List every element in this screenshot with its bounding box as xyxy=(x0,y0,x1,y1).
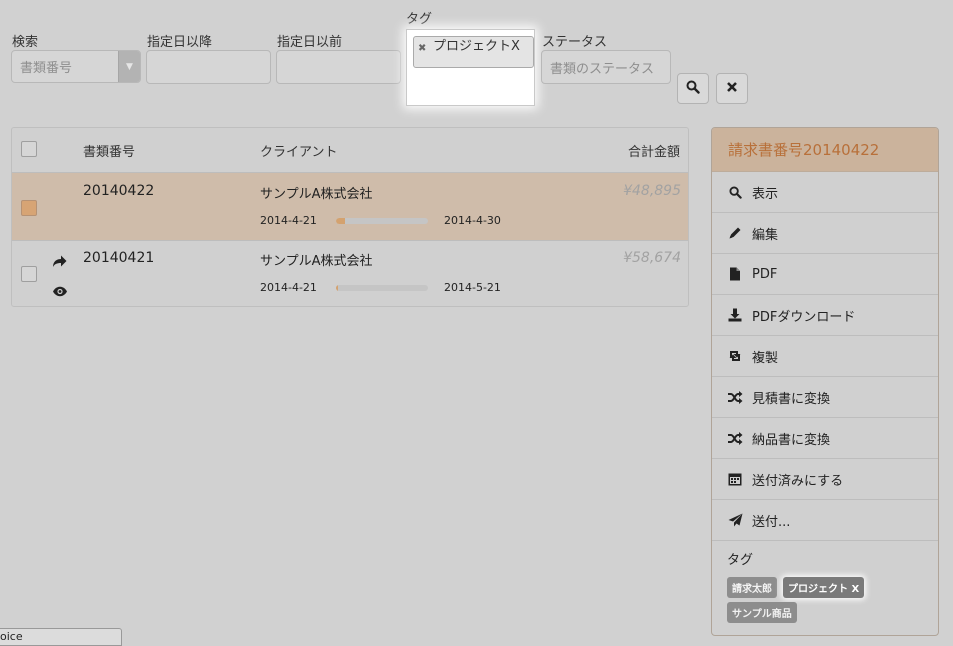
search-icon xyxy=(727,185,743,199)
download-icon xyxy=(727,308,743,322)
action-label: 編集 xyxy=(752,227,779,243)
status-placeholder: 書類のステータス xyxy=(550,61,655,77)
calendar-icon xyxy=(727,472,743,486)
table-row[interactable]: 20140421 サンプルA株式会社 2014-4-21 2014-5-21 ¥… xyxy=(12,240,688,306)
row-amount: ¥58,674 xyxy=(623,250,681,266)
shuffle-icon xyxy=(727,431,743,445)
action-mark-sent[interactable]: 送付済みにする xyxy=(712,459,938,500)
status-input[interactable]: 書類のステータス xyxy=(541,50,671,84)
action-view[interactable]: 表示 xyxy=(712,172,938,213)
panel-tags: タグ 請求太郎 プロジェクト X サンプル商品 xyxy=(712,541,938,627)
action-send[interactable]: 送付... xyxy=(712,500,938,541)
chevron-down-icon[interactable]: ▼ xyxy=(118,51,140,82)
action-duplicate[interactable]: 複製 xyxy=(712,336,938,377)
date-after-input[interactable] xyxy=(146,50,271,84)
status-label: ステータス xyxy=(542,35,608,50)
row-number[interactable]: 20140422 xyxy=(83,183,154,199)
action-convert-delivery[interactable]: 納品書に変換 xyxy=(712,418,938,459)
tag-badge[interactable]: サンプル商品 xyxy=(727,602,797,623)
retweet-icon xyxy=(727,349,743,363)
send-icon xyxy=(727,513,743,527)
search-label: 検索 xyxy=(12,35,39,50)
row-checkbox[interactable] xyxy=(21,200,37,216)
action-label: 表示 xyxy=(752,186,779,202)
tag-chip-label: プロジェクトX xyxy=(433,39,520,54)
action-label: PDFダウンロード xyxy=(752,309,856,325)
action-edit[interactable]: 編集 xyxy=(712,213,938,254)
tags-label: タグ xyxy=(727,553,754,568)
row-checkbox[interactable] xyxy=(21,266,37,282)
table-header: 書類番号 クライアント 合計金額 xyxy=(12,128,688,173)
row-client[interactable]: サンプルA株式会社 xyxy=(260,183,373,202)
file-icon xyxy=(727,267,743,281)
share-icon[interactable] xyxy=(52,255,67,272)
date-before-input[interactable] xyxy=(276,50,401,84)
shuffle-icon xyxy=(727,390,743,404)
document-action-panel: 請求書番号20140422 表示 編集 PDF PDFダウンロード 複製 見積書… xyxy=(711,127,939,636)
remove-tag-icon[interactable]: ✖ xyxy=(418,42,426,55)
row-start-date: 2014-4-21 xyxy=(260,214,317,227)
action-label: 送付... xyxy=(752,514,791,530)
row-progress-bar xyxy=(336,218,428,224)
select-all-checkbox[interactable] xyxy=(21,141,37,157)
row-amount: ¥48,895 xyxy=(623,183,681,199)
panel-title: 請求書番号20140422 xyxy=(712,128,938,172)
tag-badge[interactable]: 請求太郎 xyxy=(727,577,777,598)
table-row[interactable]: 20140422 サンプルA株式会社 2014-4-21 2014-4-30 ¥… xyxy=(12,173,688,240)
header-client: クライアント xyxy=(260,145,338,160)
row-progress-bar xyxy=(336,285,428,291)
action-label: 複製 xyxy=(752,350,779,366)
header-number: 書類番号 xyxy=(83,145,136,160)
status-bar-text: oice xyxy=(0,630,23,643)
date-before-label: 指定日以前 xyxy=(277,35,343,50)
action-pdf-download[interactable]: PDFダウンロード xyxy=(712,295,938,336)
tag-label: タグ xyxy=(406,12,433,27)
row-end-date: 2014-5-21 xyxy=(444,281,501,294)
eye-icon[interactable] xyxy=(52,285,68,301)
row-end-date: 2014-4-30 xyxy=(444,214,501,227)
document-table: 書類番号 クライアント 合計金額 20140422 サンプルA株式会社 2014… xyxy=(11,127,689,307)
search-icon xyxy=(686,80,700,98)
tag-input[interactable]: ✖ プロジェクトX xyxy=(406,29,535,106)
action-label: 送付済みにする xyxy=(752,473,844,489)
header-total: 合計金額 xyxy=(627,145,680,160)
tag-list: 請求太郎 プロジェクト X サンプル商品 xyxy=(727,577,927,627)
tag-badge[interactable]: プロジェクト X xyxy=(783,577,865,598)
row-start-date: 2014-4-21 xyxy=(260,281,317,294)
action-label: PDF xyxy=(752,266,778,282)
search-select[interactable]: 書類番号 ▼ xyxy=(11,50,141,83)
browser-status-bar: oice xyxy=(0,628,122,646)
pencil-icon xyxy=(727,226,743,240)
row-client[interactable]: サンプルA株式会社 xyxy=(260,250,373,269)
search-placeholder: 書類番号 xyxy=(20,61,73,76)
action-label: 納品書に変換 xyxy=(752,432,831,448)
search-button[interactable] xyxy=(677,73,709,104)
tag-chip[interactable]: ✖ プロジェクトX xyxy=(413,36,534,68)
clear-button[interactable] xyxy=(716,73,748,104)
date-after-label: 指定日以降 xyxy=(147,35,213,50)
row-number[interactable]: 20140421 xyxy=(83,250,154,266)
action-convert-estimate[interactable]: 見積書に変換 xyxy=(712,377,938,418)
close-icon xyxy=(726,81,738,97)
action-label: 見積書に変換 xyxy=(752,391,831,407)
action-pdf[interactable]: PDF xyxy=(712,254,938,295)
